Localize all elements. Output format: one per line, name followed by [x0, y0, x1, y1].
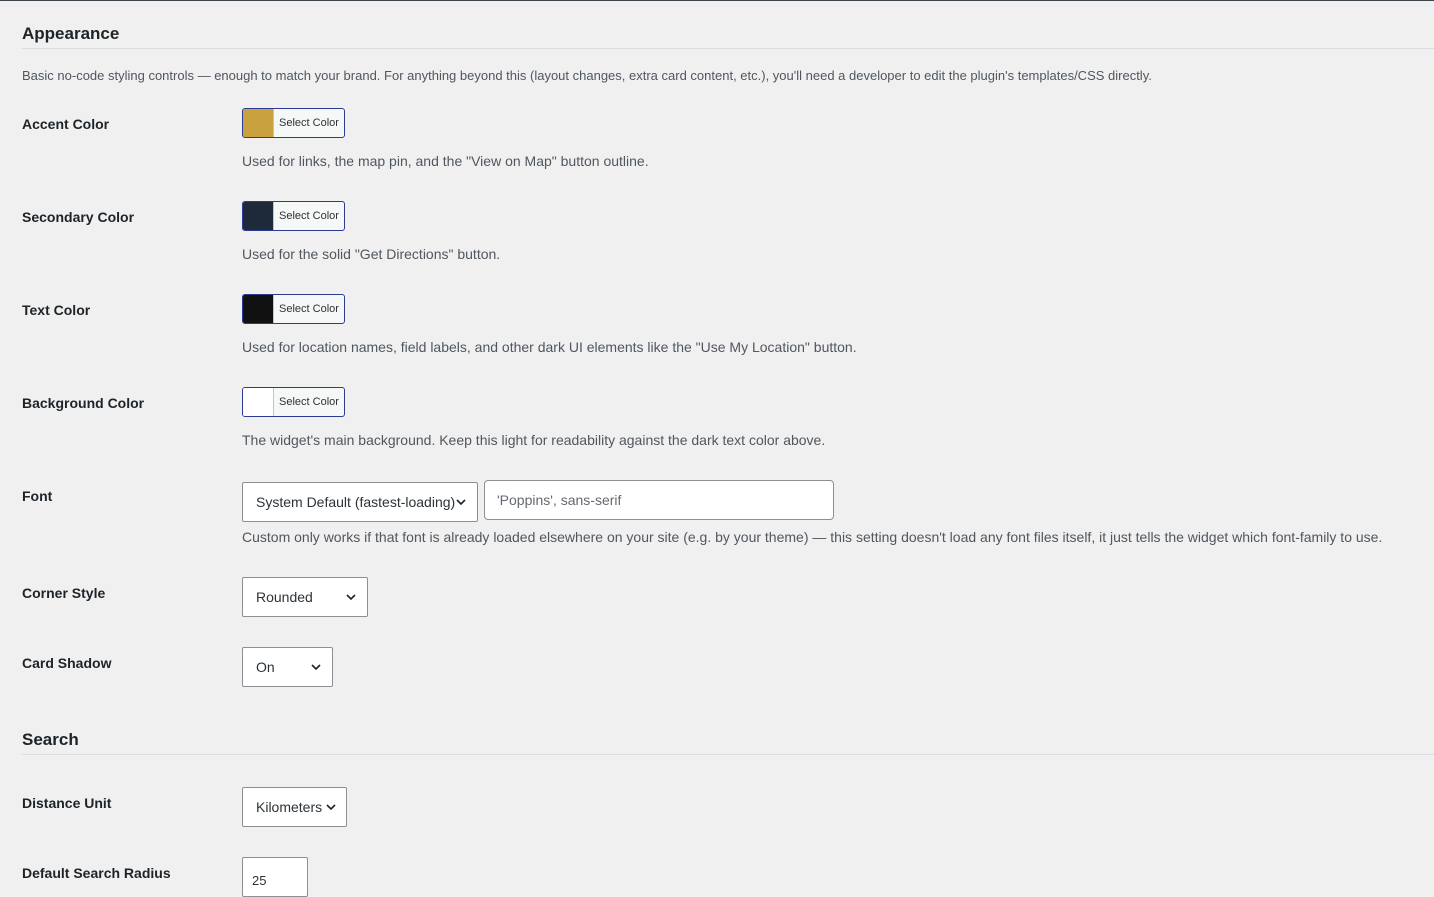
text-color-label: Text Color: [22, 302, 91, 318]
font-label: Font: [22, 488, 53, 504]
distance-unit-value: Kilometers: [256, 799, 323, 815]
accent-color-button[interactable]: Select Color: [242, 108, 345, 138]
card-shadow-value: On: [256, 659, 275, 675]
text-color-button-label: Select Color: [279, 303, 339, 315]
background-color-button[interactable]: Select Color: [242, 387, 345, 417]
corner-style-select[interactable]: Rounded: [242, 577, 368, 617]
accent-color-label: Accent Color: [22, 116, 110, 132]
distance-unit-label: Distance Unit: [22, 795, 112, 811]
secondary-color-label: Secondary Color: [22, 209, 135, 225]
background-color-button-label: Select Color: [279, 396, 339, 408]
font-description: Custom only works if that font is alread…: [242, 529, 1383, 545]
font-select-value: System Default (fastest-loading): [256, 494, 456, 510]
text-color-description: Used for location names, field labels, a…: [242, 339, 857, 355]
text-color-button[interactable]: Select Color: [242, 294, 345, 324]
secondary-color-swatch: [243, 202, 274, 230]
section-title-appearance: Appearance: [22, 24, 120, 43]
accent-color-swatch: [243, 109, 274, 137]
section-title-search: Search: [22, 730, 79, 749]
background-color-label: Background Color: [22, 395, 145, 411]
section-divider: [22, 48, 1434, 49]
corner-style-value: Rounded: [256, 589, 313, 605]
font-select[interactable]: System Default (fastest-loading): [242, 482, 478, 522]
secondary-color-button-label: Select Color: [279, 210, 339, 222]
section-description: Basic no-code styling controls — enough …: [22, 68, 1152, 83]
secondary-color-description: Used for the solid "Get Directions" butt…: [242, 246, 501, 262]
search-radius-label: Default Search Radius: [22, 865, 171, 881]
card-shadow-label: Card Shadow: [22, 655, 112, 671]
card-shadow-select[interactable]: On: [242, 647, 333, 687]
chevron-down-icon: [346, 594, 356, 601]
text-color-swatch: [243, 295, 274, 323]
top-border: [0, 0, 1434, 1]
chevron-down-icon: [456, 499, 466, 506]
section-divider: [22, 754, 1434, 755]
chevron-down-icon: [326, 804, 336, 811]
corner-style-label: Corner Style: [22, 585, 106, 601]
background-color-swatch: [243, 388, 274, 416]
background-color-description: The widget's main background. Keep this …: [242, 432, 826, 448]
custom-font-input[interactable]: [484, 480, 834, 520]
distance-unit-select[interactable]: Kilometers: [242, 787, 347, 827]
chevron-down-icon: [311, 664, 321, 671]
accent-color-description: Used for links, the map pin, and the "Vi…: [242, 153, 649, 169]
search-radius-input[interactable]: [242, 857, 308, 897]
secondary-color-button[interactable]: Select Color: [242, 201, 345, 231]
accent-color-button-label: Select Color: [279, 117, 339, 129]
